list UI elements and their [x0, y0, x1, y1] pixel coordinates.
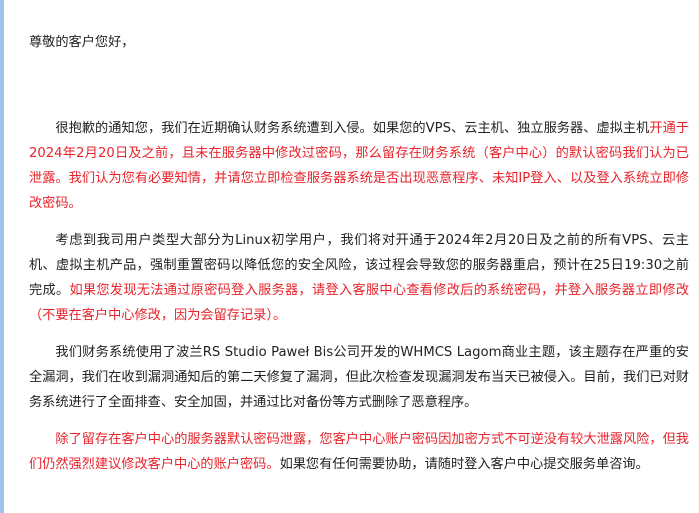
paragraph-password-reset: 考虑到我司用户类型大部分为Linux初学用户，我们将对开通于2024年2月20日… — [29, 228, 689, 328]
left-border-bar — [0, 0, 4, 513]
text-segment: 很抱歉的通知您，我们在近期确认财务系统遭到入侵。如果您的VPS、云主机、独立服务… — [55, 121, 650, 136]
highlighted-text-segment: 如果您发现无法通过原密码登入服务器，请登入客服中心查看修改后的系统密码，并登入服… — [29, 283, 690, 323]
paragraph-breach-notice: 很抱歉的通知您，我们在近期确认财务系统遭到入侵。如果您的VPS、云主机、独立服务… — [29, 116, 689, 216]
paragraph-recommendation: 除了留存在客户中心的服务器默认密码泄露，您客户中心账户密码因加密方式不可逆没有较… — [29, 427, 689, 477]
text-segment: 如果您有任何需要协助，请随时登入客户中心提交服务单咨询。 — [279, 457, 649, 472]
greeting: 尊敬的客户您好， — [29, 35, 135, 50]
paragraph-vulnerability: 我们财务系统使用了波兰RS Studio Paweł Bis公司开发的WHMCS… — [29, 340, 689, 415]
text-segment: 我们财务系统使用了波兰RS Studio Paweł Bis公司开发的WHMCS… — [29, 345, 689, 410]
email-body: 尊敬的客户您好， 很抱歉的通知您，我们在近期确认财务系统遭到入侵。如果您的VPS… — [0, 0, 699, 513]
notice-content: 尊敬的客户您好， 很抱歉的通知您，我们在近期确认财务系统遭到入侵。如果您的VPS… — [29, 30, 689, 489]
